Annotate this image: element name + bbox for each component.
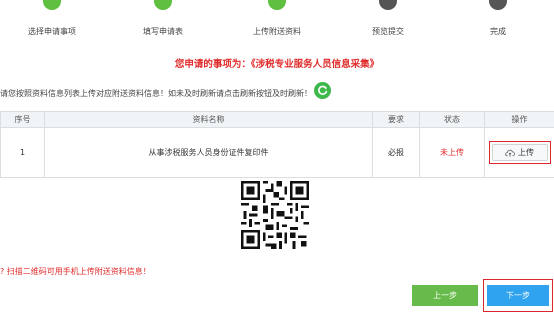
document-name: 从事涉税服务人员身份证件复印件 xyxy=(44,127,373,178)
next-step-button[interactable]: 下一步 xyxy=(487,285,549,306)
upload-instruction: 请您按照资料信息列表上传对应附送资料信息！如未及时刷新请点击刷新按钮及时刷新！ xyxy=(0,89,312,98)
previous-step-button[interactable]: 上一步 xyxy=(412,285,478,306)
warning-icon: ? xyxy=(0,267,5,276)
step-label: 完成 xyxy=(490,27,506,36)
progress-stepper: 选择申请事项 填写申请表 上传附送资料 预览提交 完成 xyxy=(0,0,554,44)
step-label: 选择申请事项 xyxy=(28,27,76,36)
column-header: 资料名称 xyxy=(44,111,373,128)
column-header: 要求 xyxy=(372,111,420,128)
upload-highlight: 上传 xyxy=(488,141,551,164)
column-header: 状态 xyxy=(419,111,485,128)
step-label: 预览提交 xyxy=(372,27,404,36)
application-item-title: 您申请的事项为：《涉税专业服务人员信息采集》 xyxy=(174,59,380,70)
cloud-upload-icon xyxy=(505,149,515,157)
attachment-table: 序号 资料名称 要求 状态 操作 1 从事涉税服务人员身份证件复印件 必报 未上… xyxy=(0,111,554,178)
table-header-row: 序号 资料名称 要求 状态 操作 xyxy=(0,111,554,128)
step-pending-indicator xyxy=(489,0,507,10)
step-done-indicator xyxy=(154,0,172,10)
upload-button[interactable]: 上传 xyxy=(491,144,548,161)
step-label: 填写申请表 xyxy=(143,27,183,36)
action-cell: 上传 xyxy=(484,127,554,178)
qr-scan-hint-text: 扫描二维码可用手机上传附送资料信息！ xyxy=(6,267,151,276)
step-done-indicator xyxy=(268,0,286,10)
step-done-indicator xyxy=(43,0,61,10)
row-index: 1 xyxy=(0,127,45,178)
qr-code xyxy=(241,181,309,249)
step-pending-indicator xyxy=(379,0,397,10)
qr-scan-hint: ? 扫描二维码可用手机上传附送资料信息！ xyxy=(0,266,151,277)
table-row: 1 从事涉税服务人员身份证件复印件 必报 未上传 上传 xyxy=(0,127,554,178)
column-header: 操作 xyxy=(484,111,554,128)
column-header: 序号 xyxy=(0,111,45,128)
status-badge: 未上传 xyxy=(419,127,485,178)
step-label: 上传附送资料 xyxy=(253,27,301,36)
next-button-highlight: 下一步 xyxy=(483,279,553,312)
requirement-cell: 必报 xyxy=(372,127,420,178)
refresh-icon[interactable] xyxy=(314,82,331,99)
upload-button-label: 上传 xyxy=(518,148,534,157)
